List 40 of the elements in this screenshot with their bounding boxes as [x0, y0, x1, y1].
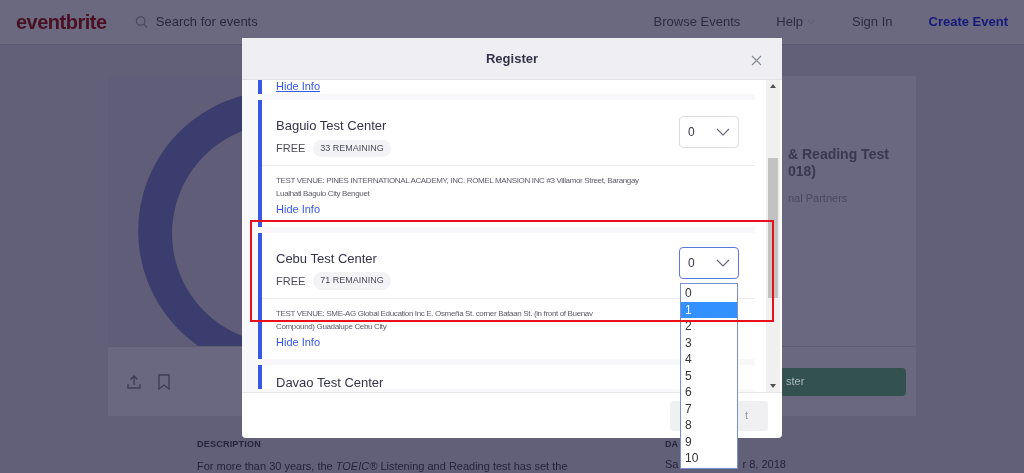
venue-text: Compound) Guadalupe Cebu City — [276, 320, 387, 333]
venue-text: TEST VENUE: PINES INTERNATIONAL ACADEMY, INC. ROMEL MANSION INC #3 Villamor Street, Barangay — [276, 175, 639, 187]
search-field[interactable]: Search for events — [155, 12, 535, 32]
close-button[interactable] — [751, 55, 762, 66]
remaining-badge: 71 REMAINING — [313, 272, 391, 290]
dropdown-option[interactable]: 5 — [681, 367, 737, 384]
chevron-down-icon — [716, 128, 730, 136]
dropdown-option[interactable]: 4 — [681, 351, 737, 368]
dropdown-option[interactable]: 0 — [681, 285, 737, 302]
scroll-up-arrow-icon[interactable] — [770, 84, 776, 88]
section-heading: DA — [665, 438, 678, 451]
description-text: For more than 30 years, the TOEIC® Listening and Reading test has set the — [197, 458, 569, 473]
quantity-select[interactable]: 0 — [679, 116, 739, 148]
ticket-name: Davao Test Center — [276, 374, 384, 392]
dropdown-option[interactable]: 10 — [681, 450, 737, 467]
venue-text: TEST VENUE: SME-AG Global Education Inc E. Osmeña St. corner Bataan St. (in front of Buenav — [276, 307, 593, 320]
search-icon — [134, 15, 148, 29]
ticket-name: Cebu Test Center — [276, 249, 377, 268]
dropdown-option[interactable]: 9 — [681, 433, 737, 450]
scrollbar[interactable] — [766, 80, 780, 392]
date-text: Sa — [665, 456, 679, 472]
price-text: FREE — [276, 141, 306, 156]
register-button[interactable]: ster — [782, 367, 906, 396]
dialog-title: Register — [486, 49, 538, 68]
close-icon — [751, 55, 762, 66]
dropdown-option[interactable]: 6 — [681, 384, 737, 401]
hide-info-link[interactable]: Hide Info — [276, 80, 321, 92]
quantity-select[interactable]: 0 — [679, 246, 739, 279]
section-heading: DESCRIPTION — [197, 438, 262, 451]
chevron-down-icon — [716, 258, 730, 267]
dropdown-option[interactable]: 7 — [681, 400, 737, 417]
hide-info-link[interactable]: Hide Info — [276, 201, 321, 218]
scroll-down-arrow-icon[interactable] — [770, 384, 776, 388]
price-text: FREE — [276, 273, 306, 289]
hide-info-link[interactable]: Hide Info — [276, 333, 321, 350]
venue-text: Lualhati Baguio City Benguet — [276, 188, 370, 200]
remaining-badge: 33 REMAINING — [313, 139, 391, 157]
dropdown-option[interactable]: 8 — [681, 417, 737, 434]
dropdown-option[interactable]: 3 — [681, 334, 737, 351]
ticket-name: Baguio Test Center — [276, 117, 387, 135]
